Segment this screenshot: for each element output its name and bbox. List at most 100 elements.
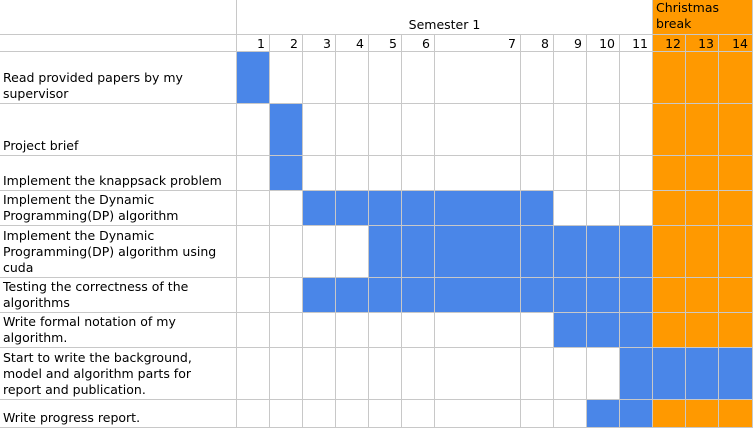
week-label: 6 bbox=[402, 35, 435, 52]
task-bar-cell bbox=[554, 313, 587, 348]
empty-cell bbox=[270, 191, 303, 226]
task-label: Write progress report. bbox=[0, 400, 237, 428]
empty-cell bbox=[303, 348, 336, 400]
break-cell bbox=[686, 400, 719, 428]
task-label: Implement the Dynamic Programming(DP) al… bbox=[0, 191, 237, 226]
week-label: 13 bbox=[686, 35, 719, 52]
week-label: 10 bbox=[587, 35, 620, 52]
empty-cell bbox=[554, 104, 587, 156]
empty-cell bbox=[620, 52, 653, 104]
empty-cell bbox=[369, 104, 402, 156]
empty-cell bbox=[336, 104, 369, 156]
week-label: 11 bbox=[620, 35, 653, 52]
break-cell bbox=[653, 400, 686, 428]
empty-cell bbox=[554, 191, 587, 226]
break-cell bbox=[653, 104, 686, 156]
empty-cell bbox=[237, 278, 270, 313]
empty-cell bbox=[237, 191, 270, 226]
task-bar-cell bbox=[554, 278, 587, 313]
corner-cell bbox=[0, 35, 237, 52]
week-label: 8 bbox=[521, 35, 554, 52]
task-bar-cell bbox=[369, 191, 402, 226]
break-cell bbox=[686, 226, 719, 278]
task-bar-cell bbox=[587, 400, 620, 428]
empty-cell bbox=[270, 278, 303, 313]
task-bar-cell bbox=[620, 313, 653, 348]
break-cell bbox=[719, 191, 753, 226]
empty-cell bbox=[402, 313, 435, 348]
empty-cell bbox=[554, 52, 587, 104]
break-cell bbox=[719, 400, 753, 428]
empty-cell bbox=[237, 156, 270, 191]
task-label: Project brief bbox=[0, 104, 237, 156]
task-bar-cell bbox=[336, 191, 369, 226]
empty-cell bbox=[336, 400, 369, 428]
task-bar-cell bbox=[237, 52, 270, 104]
empty-cell bbox=[587, 191, 620, 226]
task-bar-cell bbox=[369, 278, 402, 313]
empty-cell bbox=[587, 52, 620, 104]
empty-cell bbox=[587, 104, 620, 156]
week-label: 14 bbox=[719, 35, 753, 52]
empty-cell bbox=[521, 156, 554, 191]
empty-cell bbox=[435, 400, 521, 428]
empty-cell bbox=[521, 348, 554, 400]
empty-cell bbox=[237, 348, 270, 400]
task-bar-cell bbox=[435, 278, 521, 313]
task-bar-cell bbox=[554, 226, 587, 278]
empty-cell bbox=[554, 348, 587, 400]
empty-cell bbox=[303, 313, 336, 348]
break-cell bbox=[653, 191, 686, 226]
task-bar-cell bbox=[653, 348, 686, 400]
empty-cell bbox=[303, 226, 336, 278]
empty-cell bbox=[237, 400, 270, 428]
task-bar-cell bbox=[620, 348, 653, 400]
empty-cell bbox=[521, 104, 554, 156]
task-bar-cell bbox=[336, 278, 369, 313]
task-label: Read provided papers by my supervisor bbox=[0, 52, 237, 104]
week-label: 5 bbox=[369, 35, 402, 52]
empty-cell bbox=[237, 104, 270, 156]
task-bar-cell bbox=[402, 191, 435, 226]
week-label: 4 bbox=[336, 35, 369, 52]
empty-cell bbox=[270, 226, 303, 278]
empty-cell bbox=[303, 104, 336, 156]
break-cell bbox=[653, 156, 686, 191]
task-bar-cell bbox=[270, 104, 303, 156]
empty-cell bbox=[620, 156, 653, 191]
empty-cell bbox=[521, 313, 554, 348]
empty-cell bbox=[521, 52, 554, 104]
break-cell bbox=[653, 278, 686, 313]
task-bar-cell bbox=[402, 226, 435, 278]
task-bar-cell bbox=[369, 226, 402, 278]
empty-cell bbox=[554, 156, 587, 191]
break-cell bbox=[686, 156, 719, 191]
break-cell bbox=[653, 226, 686, 278]
empty-cell bbox=[402, 156, 435, 191]
task-bar-cell bbox=[270, 156, 303, 191]
task-bar-cell bbox=[620, 400, 653, 428]
week-label: 9 bbox=[554, 35, 587, 52]
break-cell bbox=[719, 156, 753, 191]
empty-cell bbox=[369, 156, 402, 191]
empty-cell bbox=[336, 313, 369, 348]
task-bar-cell bbox=[587, 226, 620, 278]
empty-cell bbox=[435, 104, 521, 156]
empty-cell bbox=[402, 104, 435, 156]
task-bar-cell bbox=[435, 191, 521, 226]
break-cell bbox=[686, 278, 719, 313]
task-label: Implement the knappsack problem bbox=[0, 156, 237, 191]
task-bar-cell bbox=[620, 278, 653, 313]
corner-cell bbox=[0, 0, 237, 35]
empty-cell bbox=[435, 313, 521, 348]
empty-cell bbox=[237, 226, 270, 278]
break-cell bbox=[653, 313, 686, 348]
empty-cell bbox=[435, 348, 521, 400]
christmas-break-header: Christmas break bbox=[653, 0, 753, 35]
break-cell bbox=[686, 52, 719, 104]
break-cell bbox=[719, 104, 753, 156]
empty-cell bbox=[270, 400, 303, 428]
week-label: 2 bbox=[270, 35, 303, 52]
empty-cell bbox=[369, 52, 402, 104]
empty-cell bbox=[303, 52, 336, 104]
